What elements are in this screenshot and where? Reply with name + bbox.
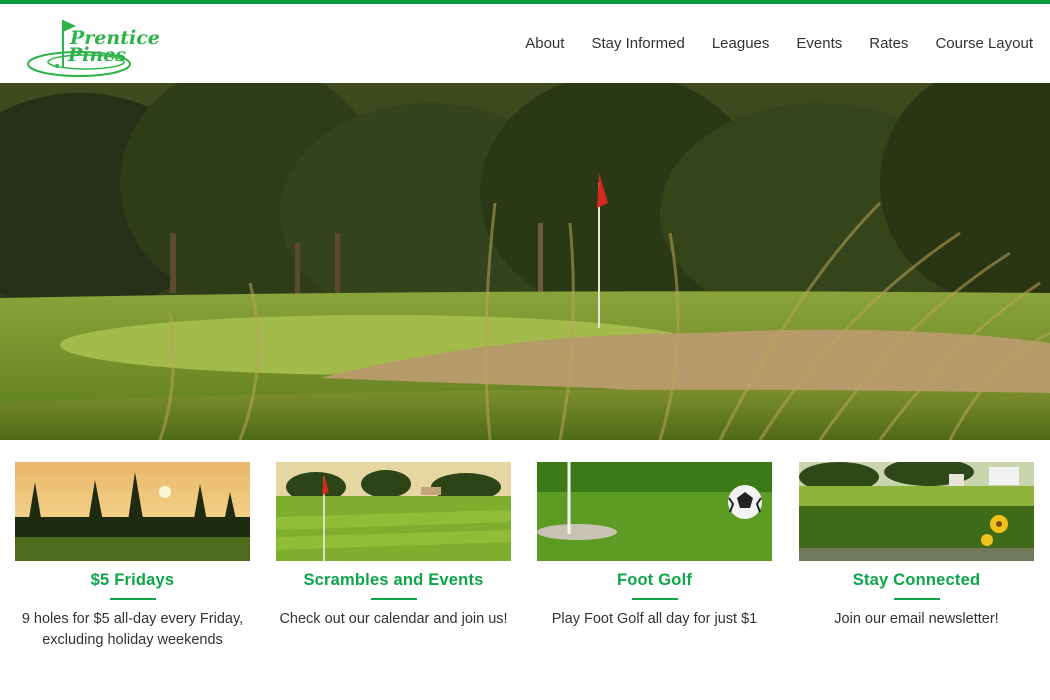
pond-sunflower-photo-icon bbox=[799, 462, 1034, 561]
card-image[interactable] bbox=[276, 462, 511, 561]
soccer-ball-photo-icon bbox=[537, 462, 772, 561]
nav-leagues[interactable]: Leagues bbox=[712, 32, 770, 56]
logo-text-line2: Pines bbox=[68, 44, 127, 66]
sunset-trees-photo-icon bbox=[15, 462, 250, 561]
card-description: Join our email newsletter! bbox=[834, 611, 999, 627]
title-divider bbox=[370, 598, 417, 600]
title-divider bbox=[109, 598, 156, 600]
card-image[interactable] bbox=[799, 462, 1034, 561]
nav-rates[interactable]: Rates bbox=[869, 32, 908, 56]
card-image[interactable] bbox=[537, 462, 772, 561]
nav-course-layout[interactable]: Course Layout bbox=[935, 32, 1033, 56]
nav-stay-informed[interactable]: Stay Informed bbox=[591, 32, 684, 56]
card-title[interactable]: $5 Fridays bbox=[15, 571, 250, 590]
hero-golf-course-image bbox=[0, 83, 1050, 440]
fairway-flag-photo-icon bbox=[276, 462, 511, 561]
card-image[interactable] bbox=[15, 462, 250, 561]
card-scrambles-events: Scrambles and Events Check out our calen… bbox=[276, 462, 511, 630]
main-nav: About Stay Informed Leagues Events Rates… bbox=[498, 32, 1033, 56]
card-description: Play Foot Golf all day for just $1 bbox=[551, 611, 758, 627]
card-title[interactable]: Scrambles and Events bbox=[276, 571, 511, 590]
card-5-fridays: $5 Fridays 9 holes for $5 all-day every … bbox=[15, 462, 250, 651]
site-header: Prentice Pines About Stay Informed Leagu… bbox=[0, 4, 1050, 83]
card-description: Check out our calendar and join us! bbox=[279, 611, 508, 627]
card-title[interactable]: Foot Golf bbox=[537, 571, 772, 590]
site-logo[interactable]: Prentice Pines bbox=[26, 16, 160, 78]
card-stay-connected: Stay Connected Join our email newsletter… bbox=[799, 462, 1034, 630]
card-foot-golf: Foot Golf Play Foot Golf all day for jus… bbox=[537, 462, 772, 630]
nav-about[interactable]: About bbox=[525, 32, 564, 56]
card-title[interactable]: Stay Connected bbox=[799, 571, 1034, 590]
title-divider bbox=[631, 598, 678, 600]
title-divider bbox=[893, 598, 940, 600]
card-description: 9 holes for $5 all-day every Friday, exc… bbox=[21, 611, 244, 648]
nav-events[interactable]: Events bbox=[796, 32, 842, 56]
hero-carousel[interactable] bbox=[0, 83, 1050, 440]
